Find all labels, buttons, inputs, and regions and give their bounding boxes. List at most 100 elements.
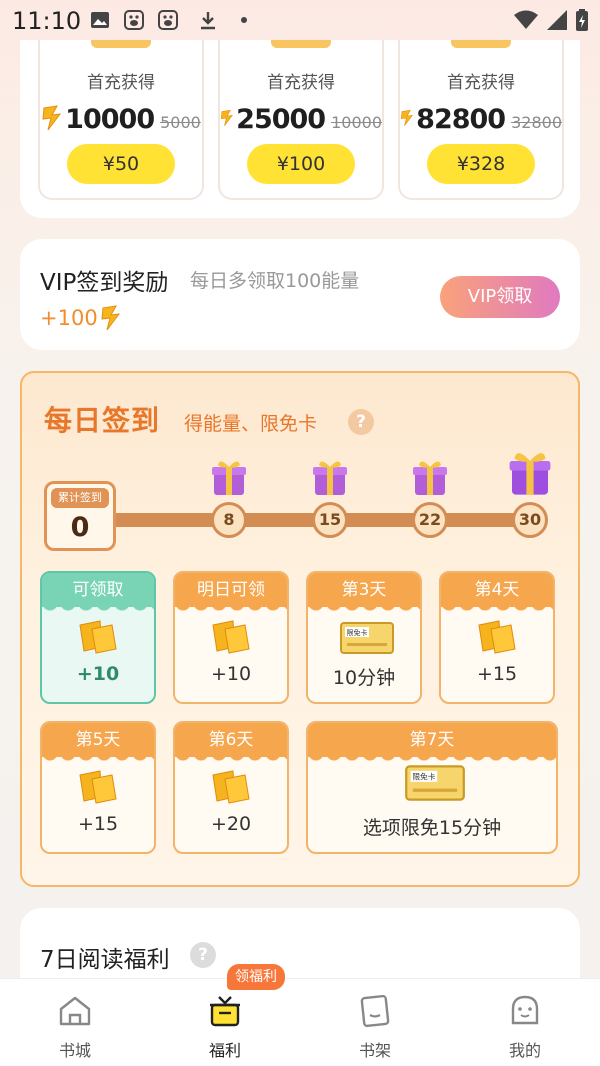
help-icon[interactable]: ? bbox=[348, 409, 374, 435]
milestone-badge: 30 bbox=[512, 502, 548, 538]
gift-box-icon bbox=[210, 996, 240, 1027]
nav-label: 福利 bbox=[208, 1041, 241, 1060]
day-reward: +10 bbox=[76, 663, 120, 685]
milestone-badge: 15 bbox=[312, 502, 348, 538]
day-tile-2[interactable]: 明日可领 +10 bbox=[173, 571, 289, 704]
pack-amount-row: 25000 10000 bbox=[220, 102, 382, 135]
recharge-pack[interactable]: 首充获得 82800 32800 ¥328 bbox=[398, 40, 564, 200]
reading-title: 7日阅读福利 bbox=[40, 947, 170, 973]
streak-counter: 累计签到 0 bbox=[44, 481, 116, 551]
vip-bonus: +100 bbox=[40, 305, 122, 331]
pack-original-amount: 10000 bbox=[331, 113, 382, 132]
daily-sign-title: 每日签到 bbox=[44, 404, 161, 437]
pack-amount-row: 82800 32800 bbox=[400, 102, 562, 135]
welfare-badge: 领福利 bbox=[227, 964, 285, 990]
pack-original-amount: 32800 bbox=[511, 113, 562, 132]
energy-icon bbox=[212, 770, 250, 804]
signal-icon bbox=[547, 10, 567, 30]
energy-icon bbox=[79, 770, 117, 804]
recharge-pack[interactable]: 首充获得 10000 5000 ¥50 bbox=[38, 40, 204, 200]
day-caption: 第7天 bbox=[308, 723, 556, 765]
gift-icon bbox=[212, 461, 246, 495]
daily-sign-card: 每日签到 得能量、限免卡 ? 累计签到 0 8 15 22 30 可领取 +10… bbox=[20, 371, 580, 887]
day-caption: 第3天 bbox=[308, 573, 420, 615]
baidu-icon bbox=[158, 10, 178, 30]
nav-item-welfare[interactable]: 福利 bbox=[175, 989, 275, 1061]
pack-ribbon bbox=[451, 40, 511, 48]
home-icon bbox=[59, 996, 91, 1026]
dot-icon bbox=[241, 17, 247, 23]
free-card-icon: 限免卡 bbox=[404, 763, 466, 803]
baidu-icon bbox=[124, 10, 144, 30]
milestone-badge: 8 bbox=[211, 502, 247, 538]
gift-icon bbox=[413, 461, 447, 495]
day-reward: +20 bbox=[210, 813, 252, 835]
pack-amount: 25000 bbox=[236, 104, 326, 135]
pack-original-amount: 5000 bbox=[160, 113, 201, 132]
energy-icon bbox=[220, 109, 233, 126]
pack-label: 首充获得 bbox=[447, 73, 515, 93]
vip-reward-card: VIP签到奖励 每日多领取100能量 +100 VIP领取 bbox=[20, 239, 580, 350]
day-reward: +15 bbox=[77, 813, 119, 835]
battery-icon bbox=[576, 9, 588, 31]
day-reward: +10 bbox=[210, 663, 252, 685]
day-caption: 第4天 bbox=[441, 573, 553, 615]
day-tile-6[interactable]: 第6天 +20 bbox=[173, 721, 289, 854]
pack-price-button[interactable]: ¥50 bbox=[67, 144, 175, 184]
day-tile-4[interactable]: 第4天 +15 bbox=[439, 571, 555, 704]
pack-label: 首充获得 bbox=[267, 73, 335, 93]
vip-subtitle: 每日多领取100能量 bbox=[190, 270, 360, 292]
free-card-icon: 限免卡 bbox=[339, 621, 395, 655]
pack-ribbon bbox=[91, 40, 151, 48]
status-bar: 11:10 bbox=[0, 0, 600, 40]
pack-amount: 10000 bbox=[65, 104, 155, 135]
nav-label: 书城 bbox=[58, 1041, 91, 1060]
profile-icon bbox=[511, 995, 539, 1025]
gallery-icon bbox=[91, 12, 109, 28]
streak-label: 累计签到 bbox=[51, 488, 109, 508]
day-reward: 选项限免15分钟 bbox=[362, 817, 502, 839]
day-tile-5[interactable]: 第5天 +15 bbox=[40, 721, 156, 854]
milestone-badge: 22 bbox=[412, 502, 448, 538]
nav-item-bookstore[interactable]: 书城 bbox=[25, 989, 125, 1061]
daily-sign-subtitle: 得能量、限免卡 bbox=[184, 413, 318, 435]
vip-claim-button[interactable]: VIP领取 bbox=[440, 276, 560, 318]
nav-item-profile[interactable]: 我的 bbox=[475, 989, 575, 1061]
pack-amount: 82800 bbox=[416, 104, 506, 135]
day-tile-1[interactable]: 可领取 +10 bbox=[40, 571, 156, 704]
recharge-pack[interactable]: 首充获得 25000 10000 ¥100 bbox=[218, 40, 384, 200]
gift-icon bbox=[313, 461, 347, 495]
day-reward: +15 bbox=[476, 663, 518, 685]
energy-icon bbox=[79, 620, 117, 654]
free-card-badge: 限免卡 bbox=[347, 628, 368, 637]
status-time: 11:10 bbox=[12, 7, 82, 35]
nav-label: 我的 bbox=[508, 1041, 541, 1060]
day-caption: 明日可领 bbox=[175, 573, 287, 615]
day-tile-7[interactable]: 第7天 限免卡 选项限免15分钟 bbox=[306, 721, 558, 854]
day-reward: 10分钟 bbox=[332, 667, 396, 689]
energy-icon bbox=[212, 620, 250, 654]
day-caption: 第5天 bbox=[42, 723, 154, 765]
first-recharge-card: 首充获得 10000 5000 ¥50 首充获得 25000 10000 ¥10… bbox=[20, 40, 580, 218]
bookshelf-icon bbox=[360, 994, 390, 1028]
download-icon bbox=[201, 12, 215, 30]
nav-item-bookshelf[interactable]: 书架 bbox=[325, 989, 425, 1061]
help-icon[interactable]: ? bbox=[190, 942, 216, 968]
energy-icon bbox=[478, 620, 516, 654]
vip-title: VIP签到奖励 bbox=[40, 270, 169, 296]
gift-icon bbox=[509, 453, 551, 495]
pack-price-button[interactable]: ¥328 bbox=[427, 144, 535, 184]
pack-amount-row: 10000 5000 bbox=[40, 102, 202, 135]
pack-price-button[interactable]: ¥100 bbox=[247, 144, 355, 184]
streak-count: 0 bbox=[70, 512, 90, 543]
day-caption: 可领取 bbox=[42, 573, 154, 615]
energy-icon bbox=[101, 305, 120, 331]
day-tile-3[interactable]: 第3天 限免卡 10分钟 bbox=[306, 571, 422, 704]
vip-bonus-value: +100 bbox=[40, 306, 98, 330]
wifi-icon bbox=[514, 10, 538, 29]
bottom-nav: 书城 福利 书架 我的 bbox=[0, 978, 600, 1066]
pack-label: 首充获得 bbox=[87, 73, 155, 93]
free-card-badge: 限免卡 bbox=[412, 772, 435, 782]
day-caption: 第6天 bbox=[175, 723, 287, 765]
pack-ribbon bbox=[271, 40, 331, 48]
